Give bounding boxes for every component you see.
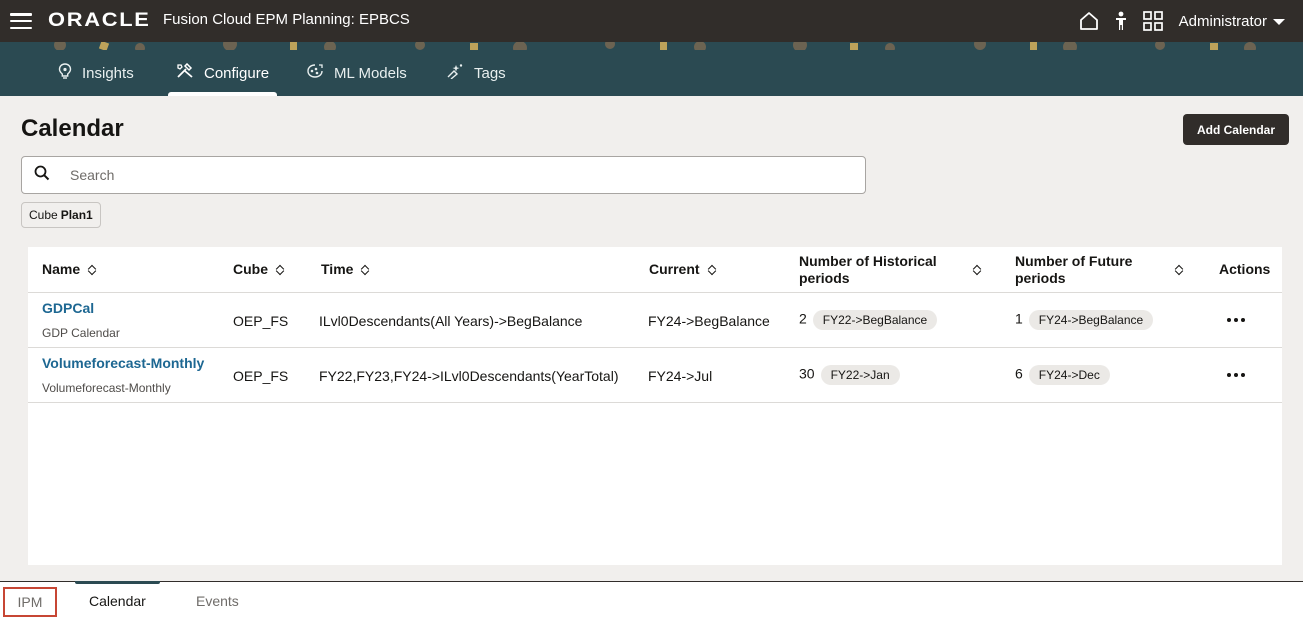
app-title: Fusion Cloud EPM Planning: EPBCS bbox=[163, 11, 410, 28]
ml-models-icon bbox=[306, 63, 324, 83]
calendar-description: GDP Calendar bbox=[42, 326, 120, 340]
add-calendar-button[interactable]: Add Calendar bbox=[1183, 114, 1289, 145]
accessibility-icon[interactable] bbox=[1113, 11, 1129, 31]
home-icon[interactable] bbox=[1079, 11, 1099, 31]
tab-ml-models[interactable]: ML Models bbox=[306, 50, 407, 96]
tab-ipm[interactable]: IPM bbox=[3, 587, 57, 617]
filter-chip-label: Cube bbox=[29, 208, 58, 222]
column-header-cube-label: Cube bbox=[233, 261, 268, 277]
future-periods: 6 FY24->Dec bbox=[1015, 365, 1110, 385]
sort-icon[interactable] bbox=[1175, 264, 1183, 276]
tab-insights[interactable]: Insights bbox=[58, 50, 134, 96]
sort-icon[interactable] bbox=[973, 264, 981, 276]
current-value: FY24->BegBalance bbox=[648, 313, 770, 329]
search-icon bbox=[34, 165, 50, 186]
time-value: FY22,FY23,FY24->ILvl0Descendants(YearTot… bbox=[319, 368, 619, 384]
tab-insights-label: Insights bbox=[82, 64, 134, 82]
column-header-time[interactable]: Time bbox=[321, 247, 369, 292]
future-count: 6 bbox=[1015, 365, 1023, 382]
cube-value: OEP_FS bbox=[233, 313, 289, 329]
search-input[interactable] bbox=[70, 167, 830, 183]
current-value: FY24->Jul bbox=[648, 368, 713, 384]
tab-tags-label: Tags bbox=[474, 64, 506, 82]
tab-configure[interactable]: Configure bbox=[167, 50, 278, 96]
sort-icon[interactable] bbox=[708, 264, 716, 276]
filter-chip-cube[interactable]: Cube Plan1 bbox=[21, 202, 101, 228]
divider bbox=[28, 347, 1282, 348]
column-header-time-label: Time bbox=[321, 261, 354, 277]
column-header-future-label: Number of Future periods bbox=[1015, 252, 1133, 286]
future-end-badge: FY24->Dec bbox=[1028, 365, 1110, 385]
more-actions-icon[interactable] bbox=[1227, 373, 1245, 377]
chevron-down-icon bbox=[1273, 19, 1285, 25]
configure-icon bbox=[176, 62, 194, 83]
oracle-logo[interactable]: ORACLE bbox=[48, 10, 151, 32]
column-header-current[interactable]: Current bbox=[649, 247, 716, 292]
future-periods: 1 FY24->BegBalance bbox=[1015, 310, 1154, 330]
column-header-cube[interactable]: Cube bbox=[233, 247, 284, 292]
column-header-actions: Actions bbox=[1219, 247, 1270, 292]
bottom-tab-bar: IPM Calendar Events bbox=[0, 581, 1303, 620]
column-header-historical[interactable]: Number of Historical periods bbox=[799, 247, 984, 292]
calendar-name-link[interactable]: Volumeforecast-Monthly bbox=[42, 355, 204, 371]
tab-tags[interactable]: Tags bbox=[446, 50, 506, 96]
page-title: Calendar bbox=[21, 115, 124, 142]
column-header-historical-label: Number of Historical periods bbox=[799, 252, 937, 286]
time-value: ILvl0Descendants(All Years)->BegBalance bbox=[319, 313, 583, 329]
column-header-future[interactable]: Number of Future periods bbox=[1015, 247, 1190, 292]
divider bbox=[28, 402, 1282, 403]
divider bbox=[28, 292, 1282, 293]
historical-periods: 2 FY22->BegBalance bbox=[799, 310, 938, 330]
tab-events[interactable]: Events bbox=[196, 582, 239, 620]
calendar-description: Volumeforecast-Monthly bbox=[42, 381, 171, 395]
historical-periods: 30 FY22->Jan bbox=[799, 365, 900, 385]
historical-count: 30 bbox=[799, 365, 815, 382]
calendar-table: Name Cube Time Current Number of Histori… bbox=[28, 247, 1282, 565]
tab-ml-models-label: ML Models bbox=[334, 64, 407, 82]
sort-icon[interactable] bbox=[276, 264, 284, 276]
sort-icon[interactable] bbox=[88, 264, 96, 276]
historical-count: 2 bbox=[799, 310, 807, 327]
sort-icon[interactable] bbox=[361, 264, 369, 276]
tab-calendar[interactable]: Calendar bbox=[75, 581, 160, 620]
future-end-badge: FY24->BegBalance bbox=[1028, 310, 1154, 330]
navigator-icon[interactable] bbox=[1142, 11, 1163, 31]
tab-configure-label: Configure bbox=[204, 64, 270, 82]
cube-value: OEP_FS bbox=[233, 368, 289, 384]
top-bar: ORACLE Fusion Cloud EPM Planning: EPBCS … bbox=[0, 0, 1303, 42]
future-count: 1 bbox=[1015, 310, 1023, 327]
tags-icon bbox=[446, 63, 464, 83]
column-header-current-label: Current bbox=[649, 261, 700, 277]
historical-start-badge: FY22->Jan bbox=[820, 365, 900, 385]
filter-chip-value: Plan1 bbox=[60, 208, 93, 222]
main-nav: Insights Configure ML Models Tags bbox=[0, 50, 1303, 96]
user-menu[interactable]: Administrator bbox=[1179, 13, 1285, 30]
historical-start-badge: FY22->BegBalance bbox=[812, 310, 938, 330]
insights-icon bbox=[58, 63, 72, 83]
column-header-name[interactable]: Name bbox=[42, 247, 96, 292]
column-header-name-label: Name bbox=[42, 261, 81, 277]
user-name: Administrator bbox=[1178, 12, 1267, 30]
more-actions-icon[interactable] bbox=[1227, 318, 1245, 322]
column-header-actions-label: Actions bbox=[1219, 261, 1271, 277]
decorative-banner bbox=[0, 42, 1303, 50]
search-field bbox=[21, 156, 866, 194]
hamburger-icon[interactable] bbox=[10, 13, 32, 29]
calendar-name-link[interactable]: GDPCal bbox=[42, 300, 94, 316]
